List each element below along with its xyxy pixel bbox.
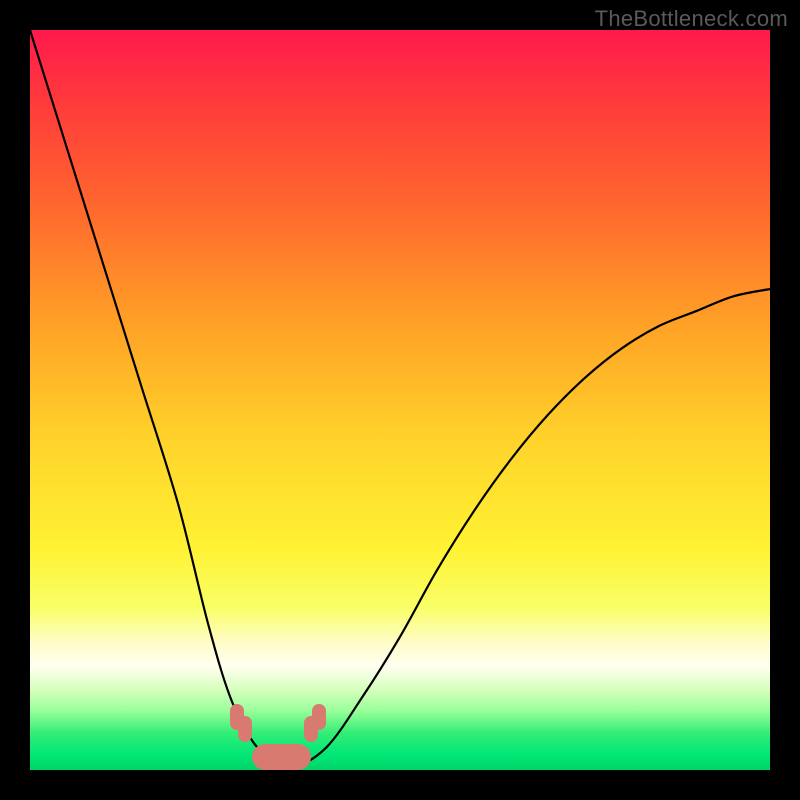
bottleneck-curve [30, 30, 770, 770]
chart-plot-area [30, 30, 770, 770]
optimal-point-marker [238, 716, 252, 742]
watermark-text: TheBottleneck.com [595, 6, 788, 32]
optimal-range-marker [252, 744, 311, 770]
optimal-point-marker [312, 704, 326, 730]
